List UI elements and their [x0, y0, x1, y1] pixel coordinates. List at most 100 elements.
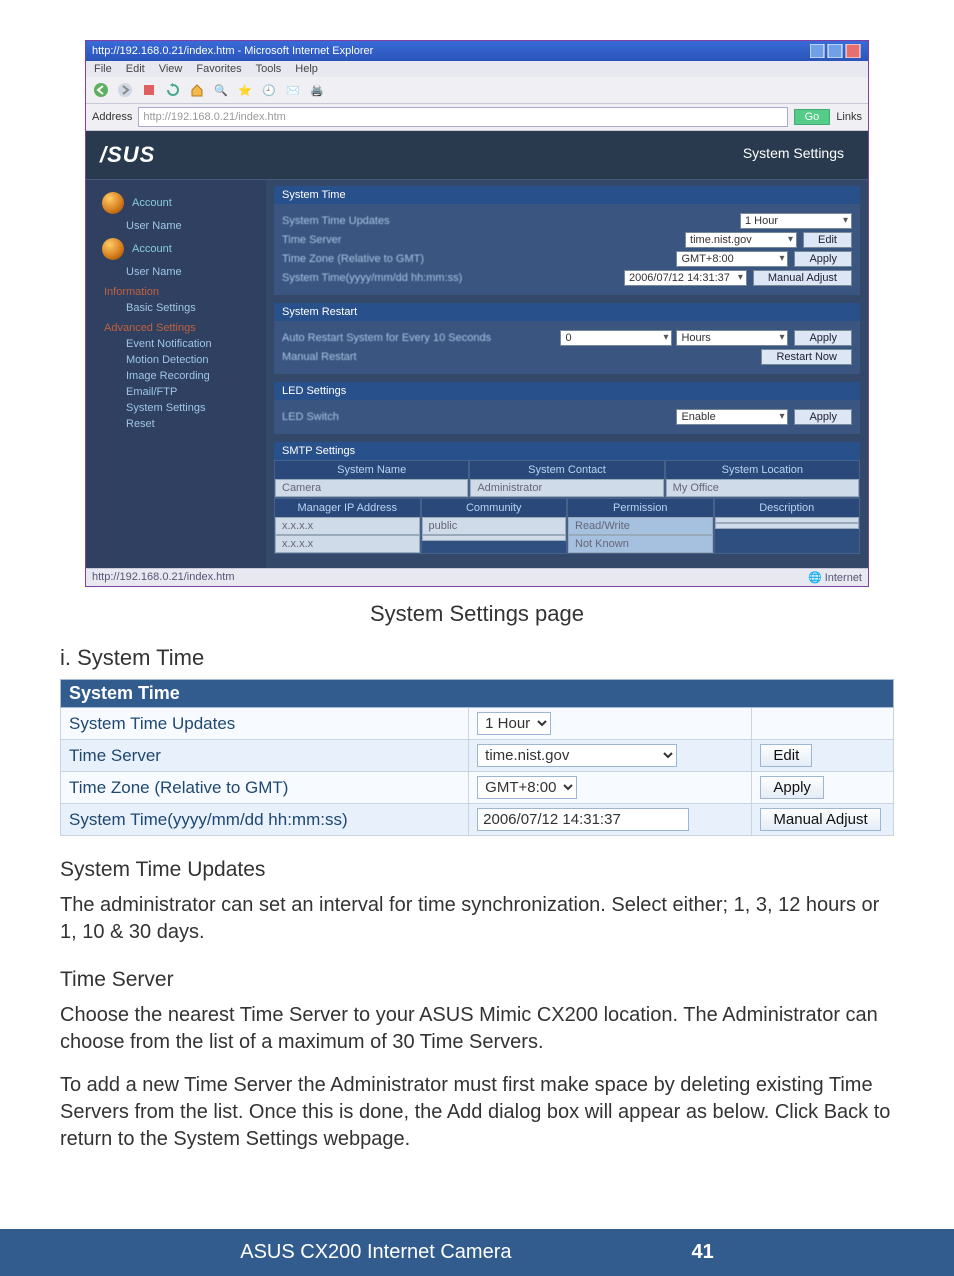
paragraph: Choose the nearest Time Server to your A… — [60, 1002, 894, 1056]
content: System Time System Time Updates1 Hour Ti… — [266, 180, 868, 568]
cell[interactable]: Administrator — [470, 479, 663, 497]
sidebar-item-system[interactable]: System Settings — [96, 400, 266, 416]
home-icon[interactable] — [188, 81, 206, 99]
print-icon[interactable]: 🖨️ — [308, 81, 326, 99]
manual-adjust-button[interactable]: Manual Adjust — [753, 270, 852, 286]
col-head: System Location — [666, 461, 859, 479]
cell[interactable]: Not Known — [568, 535, 713, 553]
menu-fav[interactable]: Favorites — [196, 63, 241, 75]
orb-icon — [102, 238, 124, 260]
lbl: Manual Restart — [282, 351, 512, 363]
refresh-icon[interactable] — [164, 81, 182, 99]
restart-now-button[interactable]: Restart Now — [761, 349, 852, 365]
sidebar-item-event[interactable]: Event Notification — [96, 336, 266, 352]
select-tz[interactable]: GMT+8:00 — [676, 251, 788, 267]
manual-adjust-button[interactable]: Manual Adjust — [760, 808, 880, 831]
cell[interactable] — [715, 523, 860, 529]
cell[interactable]: x.x.x.x — [275, 535, 420, 553]
input-system-time[interactable] — [477, 808, 689, 831]
apply-button[interactable]: Apply — [794, 251, 852, 267]
panel-system-time: System Time System Time Updates1 Hour Ti… — [274, 186, 860, 295]
select-restart-n[interactable]: 0 — [560, 330, 672, 346]
address-bar-row: Address Go Links — [86, 104, 868, 131]
orb-icon — [102, 192, 124, 214]
lbl: System Time(yyyy/mm/dd hh:mm:ss) — [282, 272, 512, 284]
lbl: Time Zone (Relative to GMT) — [282, 253, 512, 265]
paragraph: The administrator can set an interval fo… — [60, 892, 894, 946]
panel-title: SMTP Settings — [274, 442, 860, 460]
select-time-server[interactable]: time.nist.gov — [477, 744, 677, 767]
statusbar: http://192.168.0.21/index.htm 🌐 Internet — [86, 568, 868, 586]
col-head: Community — [422, 499, 567, 517]
sidebar-sub-2[interactable]: User Name — [96, 264, 266, 280]
select-led[interactable]: Enable — [676, 409, 788, 425]
search-icon[interactable]: 🔍 — [212, 81, 230, 99]
input-time[interactable]: 2006/07/12 14:31:37 — [624, 270, 747, 286]
row-label: Time Server — [61, 740, 469, 772]
sidebar-item-account-1[interactable]: Account — [96, 188, 266, 218]
cell[interactable]: Read/Write — [568, 517, 713, 535]
col-head: Permission — [568, 499, 713, 517]
forward-icon[interactable] — [116, 81, 134, 99]
select-server[interactable]: time.nist.gov — [685, 232, 797, 248]
select-time-zone[interactable]: GMT+8:00 — [477, 776, 577, 799]
apply-button[interactable]: Apply — [794, 330, 852, 346]
col-head: System Name — [275, 461, 468, 479]
select-restart-unit[interactable]: Hours — [676, 330, 788, 346]
sidebar-label: Account — [132, 197, 172, 209]
status-left: http://192.168.0.21/index.htm — [92, 571, 235, 584]
sidebar-label: Account — [132, 243, 172, 255]
row-label: System Time(yyyy/mm/dd hh:mm:ss) — [61, 804, 469, 836]
sidebar-sub-1[interactable]: User Name — [96, 218, 266, 234]
panel-smtp: SMTP Settings System NameCamera System C… — [274, 442, 860, 554]
stop-icon[interactable] — [140, 81, 158, 99]
menu-tools[interactable]: Tools — [256, 63, 282, 75]
menu-file[interactable]: File — [94, 63, 112, 75]
paragraph: To add a new Time Server the Administrat… — [60, 1072, 894, 1153]
cell[interactable]: My Office — [666, 479, 859, 497]
page-header: System Settings — [743, 141, 854, 169]
edit-button[interactable]: Edit — [803, 232, 852, 248]
row-label: System Time Updates — [61, 708, 469, 740]
sidebar-item-basic[interactable]: Basic Settings — [96, 300, 266, 316]
cell[interactable]: public — [422, 517, 567, 535]
menu-view[interactable]: View — [159, 63, 183, 75]
apply-button[interactable]: Apply — [794, 409, 852, 425]
figure-caption: System Settings page — [60, 601, 894, 627]
heading-system-time-updates: System Time Updates — [60, 858, 894, 882]
select-updates[interactable]: 1 Hour — [740, 213, 852, 229]
sidebar-item-account-2[interactable]: Account — [96, 234, 266, 264]
edit-button[interactable]: Edit — [760, 744, 812, 767]
address-label: Address — [92, 111, 132, 123]
sidebar-item-image[interactable]: Image Recording — [96, 368, 266, 384]
col-head: Manager IP Address — [275, 499, 420, 517]
history-icon[interactable]: 🕘 — [260, 81, 278, 99]
cell[interactable] — [422, 535, 567, 541]
select-system-time-updates[interactable]: 1 Hour — [477, 712, 551, 735]
panel-title: System Restart — [274, 303, 860, 321]
address-input[interactable] — [138, 107, 787, 127]
section-heading-system-time: i. System Time — [60, 645, 894, 671]
status-right: 🌐 Internet — [808, 571, 862, 584]
menu-edit[interactable]: Edit — [126, 63, 145, 75]
cell[interactable]: x.x.x.x — [275, 517, 420, 535]
apply-button[interactable]: Apply — [760, 776, 824, 799]
row-label: Time Zone (Relative to GMT) — [61, 772, 469, 804]
favorites-icon[interactable]: ⭐ — [236, 81, 254, 99]
go-button[interactable]: Go — [794, 109, 831, 125]
browser-titlebar: http://192.168.0.21/index.htm - Microsof… — [86, 41, 868, 61]
links-label[interactable]: Links — [836, 111, 862, 123]
sidebar-item-email[interactable]: Email/FTP — [96, 384, 266, 400]
table-title: System Time — [61, 680, 894, 708]
sidebar-item-motion[interactable]: Motion Detection — [96, 352, 266, 368]
menu-help[interactable]: Help — [295, 63, 318, 75]
footer-text: ASUS CX200 Internet Camera — [240, 1241, 511, 1264]
sidebar-group-info: Information — [96, 280, 266, 300]
sidebar-item-reset[interactable]: Reset — [96, 416, 266, 432]
page-footer: ASUS CX200 Internet Camera 41 — [0, 1229, 954, 1276]
mail-icon[interactable]: ✉️ — [284, 81, 302, 99]
panel-title: LED Settings — [274, 382, 860, 400]
cell[interactable]: Camera — [275, 479, 468, 497]
window-buttons[interactable] — [810, 44, 862, 58]
back-icon[interactable] — [92, 81, 110, 99]
